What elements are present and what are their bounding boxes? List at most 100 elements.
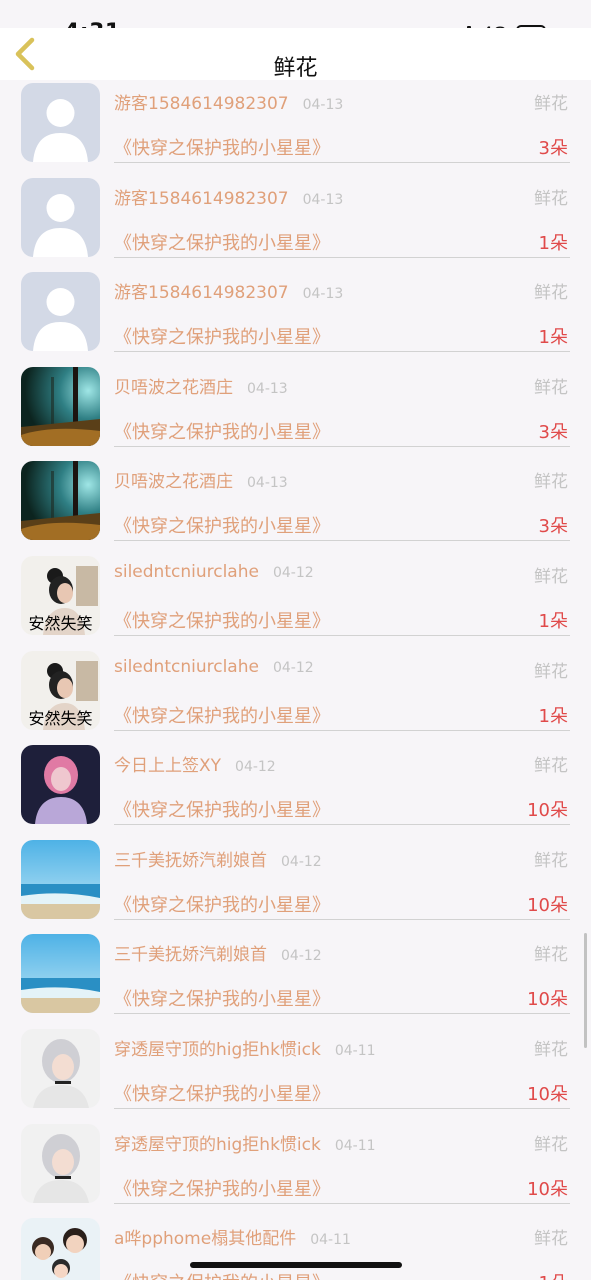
book-title[interactable]: 《快穿之保护我的小星星》 [114,985,330,1011]
book-title[interactable]: 《快穿之保护我的小星星》 [114,607,330,633]
avatar[interactable] [21,272,100,352]
avatar[interactable] [21,1123,100,1203]
gift-date: 04-12 [281,948,322,965]
user-name[interactable]: 游客1584614982307 [114,94,289,114]
avatar[interactable] [21,934,100,1014]
flower-count: 10朵 [527,989,568,1011]
home-indicator[interactable] [190,1262,402,1268]
user-name[interactable]: 游客1584614982307 [114,189,289,209]
avatar[interactable] [21,1218,100,1280]
gift-type-label: 鲜花 [534,567,568,587]
gift-type-label: 鲜花 [534,756,568,777]
avatar[interactable] [21,745,100,825]
flower-count: 3朵 [538,138,568,159]
book-title[interactable]: 《快穿之保护我的小星星》 [114,1080,330,1106]
avatar[interactable] [21,366,100,446]
list-item[interactable]: 三千美抚娇汽剃娘首 04-12 鲜花《快穿之保护我的小星星》 10朵 [0,931,591,1026]
gift-date: 04-13 [302,191,344,208]
flower-count: 3朵 [538,421,568,443]
list-item[interactable]: 贝唔波之花酒庄 04-13 鲜花 《快穿之保护我的小星星》 3朵 [0,364,591,459]
gift-type-label: 鲜花 [534,283,568,304]
gift-date: 04-13 [247,475,288,492]
flower-count: 10朵 [527,1084,568,1105]
user-name[interactable]: 贝唔波之花酒庄 [114,472,233,492]
flower-count: 1朵 [538,327,568,349]
list-item[interactable]: 安然失笑 siledntcniurclahe 04-12 鲜花《快穿之保护我的小星星》… [0,553,591,648]
gift-type-label: 鲜花 [534,1134,568,1155]
avatar[interactable] [21,461,100,541]
user-name[interactable]: a哗pphome榻其他配件 [114,1229,296,1249]
flower-count: 10朵 [527,800,568,822]
flower-count: 1朵 [538,232,568,254]
gift-date: 04-12 [272,565,314,581]
list-item[interactable]: 三千美抚娇汽剃娘首 04-12 鲜花《快穿之保护我的小星星》 10朵 [0,837,591,932]
flower-count: 10朵 [527,894,568,916]
list-item[interactable]: a哗pphome榻其他配件 04-11 鲜花《快穿之保护我的小星星》 1朵 [0,1215,591,1280]
list-item[interactable]: 今日上上签XY 04-12 鲜花《快穿之保护我的小星星》 10朵 [0,742,591,837]
gift-date: 04-13 [302,97,344,113]
divider [114,1013,570,1015]
gift-date: 04-11 [310,1232,351,1249]
flower-count: 10朵 [527,1178,568,1200]
book-title[interactable]: 《快穿之保护我的小星星》 [114,418,330,444]
user-name[interactable]: 游客1584614982307 [114,283,289,303]
divider [114,824,570,826]
gift-type-label: 鲜花 [534,1040,568,1060]
avatar[interactable] [21,177,100,257]
gift-type-label: 鲜花 [534,94,568,114]
avatar[interactable] [21,83,100,162]
book-title[interactable]: 《快穿之保护我的小星星》 [114,512,330,538]
gift-type-label: 鲜花 [534,850,568,871]
list-item[interactable]: 穿透屋守顶的hig拒hk惯ick 04-11 鲜花《快穿之保护我的小星星》 10朵 [0,1026,591,1121]
list-item[interactable]: 游客1584614982307 04-13 鲜花《快穿之保护我的小星星》 1朵 [0,269,591,364]
gift-date: 04-11 [334,1137,376,1154]
flower-count: 1朵 [539,1269,568,1280]
list-item[interactable]: 游客1584614982307 04-13 鲜花 《快穿之保护我的小星星》 1朵 [0,175,591,270]
gift-type-label: 鲜花 [534,661,568,682]
book-title[interactable]: 《快穿之保护我的小星星》 [114,323,330,349]
flower-gift-list[interactable]: 游客1584614982307 04-13 鲜花 《快穿之保护我的小星星》 3朵 游客15… [0,80,591,1280]
divider [114,729,570,731]
gift-date: 04-11 [334,1043,376,1059]
book-title[interactable]: 《快穿之保护我的小星星》 [114,1269,330,1280]
page-title: 鲜花 [273,56,318,81]
gift-date: 04-12 [235,759,276,776]
gift-date: 04-12 [272,659,314,676]
list-item[interactable]: 贝唔波之花酒庄 04-13 鲜花 《快穿之保护我的小星星》 3朵 [0,458,591,553]
book-title[interactable]: 《快穿之保护我的小星星》 [114,134,330,160]
book-title[interactable]: 《快穿之保护我的小星星》 [114,796,330,822]
user-name[interactable]: 三千美抚娇汽剃娘首 [114,945,267,965]
book-title[interactable]: 《快穿之保护我的小星星》 [114,702,330,728]
list-item[interactable]: 安然失笑 siledntcniurclahe 04-12 鲜花《快穿之保护我的小星星》… [0,648,591,743]
gift-date: 04-12 [281,853,322,870]
user-name[interactable]: siledntcniurclahe [114,657,259,677]
user-name[interactable]: 贝唔波之花酒庄 [114,378,233,398]
avatar[interactable] [21,839,100,919]
book-title[interactable]: 《快穿之保护我的小星星》 [114,891,330,917]
divider [114,918,570,920]
list-item[interactable]: 游客1584614982307 04-13 鲜花《快穿之保护我的小星星》 3朵 [0,80,591,175]
gift-date: 04-13 [247,380,288,397]
user-name[interactable]: 穿透屋守顶的hig拒hk惯ick [114,1040,321,1060]
flower-count: 1朵 [538,611,568,632]
user-name[interactable]: 穿透屋守顶的hig拒hk惯ick [114,1135,321,1155]
avatar[interactable] [21,1029,100,1108]
book-title[interactable]: 《快穿之保护我的小星星》 [114,1175,330,1201]
user-name[interactable]: 三千美抚娇汽剃娘首 [114,851,267,871]
divider [114,162,570,163]
avatar[interactable]: 安然失笑 [21,556,100,635]
scrollbar[interactable] [584,933,587,1048]
gift-type-label: 鲜花 [534,1229,568,1250]
divider [114,635,570,636]
user-name[interactable]: 今日上上签XY [114,756,221,776]
gift-type-label: 鲜花 [534,945,568,966]
divider [114,256,570,258]
book-title[interactable]: 《快穿之保护我的小星星》 [114,229,330,255]
avatar[interactable]: 安然失笑 [21,650,100,730]
divider [114,1108,570,1109]
user-name[interactable]: siledntcniurclahe [114,562,259,582]
gift-date: 04-13 [302,286,344,303]
gift-type-label: 鲜花 [534,472,568,493]
avatar-caption: 安然失笑 [28,708,93,728]
list-item[interactable]: 穿透屋守顶的hig拒hk惯ick 04-11 鲜花《快穿之保护我的小星星》 10朵 [0,1121,591,1216]
